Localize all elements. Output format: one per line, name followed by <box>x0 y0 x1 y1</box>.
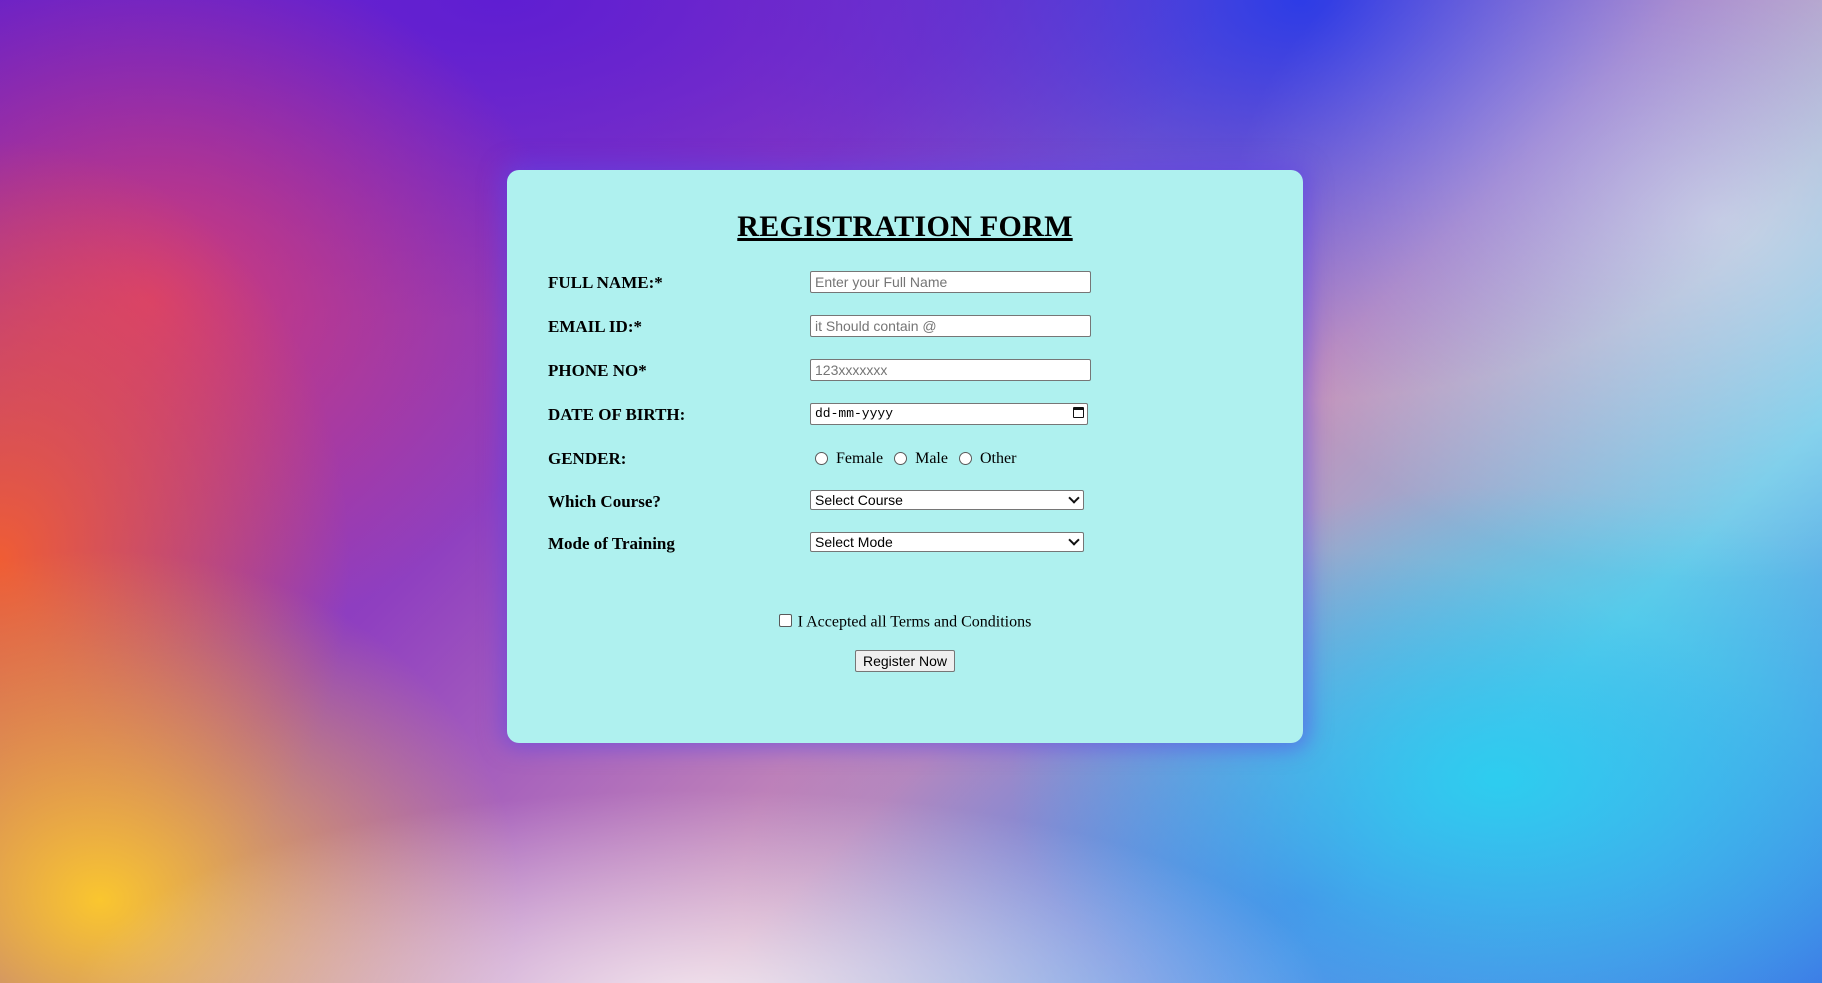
register-now-button[interactable]: Register Now <box>854 650 956 672</box>
course-selected-value: Select Course <box>815 492 903 508</box>
course-row: Which Course? Select Course <box>548 490 1268 514</box>
dob-label: DATE OF BIRTH: <box>548 405 686 424</box>
gender-male-label[interactable]: Male <box>915 450 948 468</box>
gender-female-label[interactable]: Female <box>836 450 883 468</box>
phone-input[interactable] <box>810 359 1091 381</box>
form-title: REGISTRATION FORM <box>737 210 1073 243</box>
dob-input[interactable]: dd-mm-yyyy <box>810 403 1088 425</box>
phone-label: PHONE NO* <box>548 361 647 380</box>
full-name-input[interactable] <box>810 271 1091 293</box>
dob-row: DATE OF BIRTH: dd-mm-yyyy <box>548 403 1268 427</box>
terms-checkbox[interactable] <box>778 613 792 627</box>
registration-card: REGISTRATION FORM FULL NAME:* EMAIL ID:*… <box>507 170 1303 743</box>
gender-label: GENDER: <box>548 449 627 468</box>
dob-placeholder: dd-mm-yyyy <box>815 406 894 421</box>
mode-select[interactable]: Select Mode <box>810 532 1084 552</box>
mode-selected-value: Select Mode <box>815 534 893 550</box>
submit-row: Register Now <box>507 650 1303 672</box>
email-label: EMAIL ID:* <box>548 317 642 336</box>
gender-radio-group: Female Male Other <box>810 447 1022 471</box>
gender-row: GENDER: Female Male Other <box>548 447 1268 471</box>
calendar-icon[interactable] <box>1073 407 1084 418</box>
full-name-row: FULL NAME:* <box>548 271 1268 295</box>
mode-row: Mode of Training Select Mode <box>548 532 1268 556</box>
email-input[interactable] <box>810 315 1091 337</box>
course-select[interactable]: Select Course <box>810 490 1084 510</box>
gender-male-radio[interactable] <box>894 451 908 465</box>
gender-other-radio[interactable] <box>958 451 972 465</box>
chevron-down-icon <box>1068 492 1080 504</box>
terms-row: I Accepted all Terms and Conditions <box>507 613 1303 631</box>
phone-row: PHONE NO* <box>548 359 1268 383</box>
gender-female-radio[interactable] <box>815 451 828 465</box>
email-row: EMAIL ID:* <box>548 315 1268 339</box>
terms-label[interactable]: I Accepted all Terms and Conditions <box>798 613 1032 630</box>
full-name-label: FULL NAME:* <box>548 273 663 292</box>
course-label: Which Course? <box>548 492 661 511</box>
gender-other-label[interactable]: Other <box>980 450 1016 468</box>
chevron-down-icon <box>1068 534 1080 546</box>
mode-label: Mode of Training <box>548 534 675 553</box>
